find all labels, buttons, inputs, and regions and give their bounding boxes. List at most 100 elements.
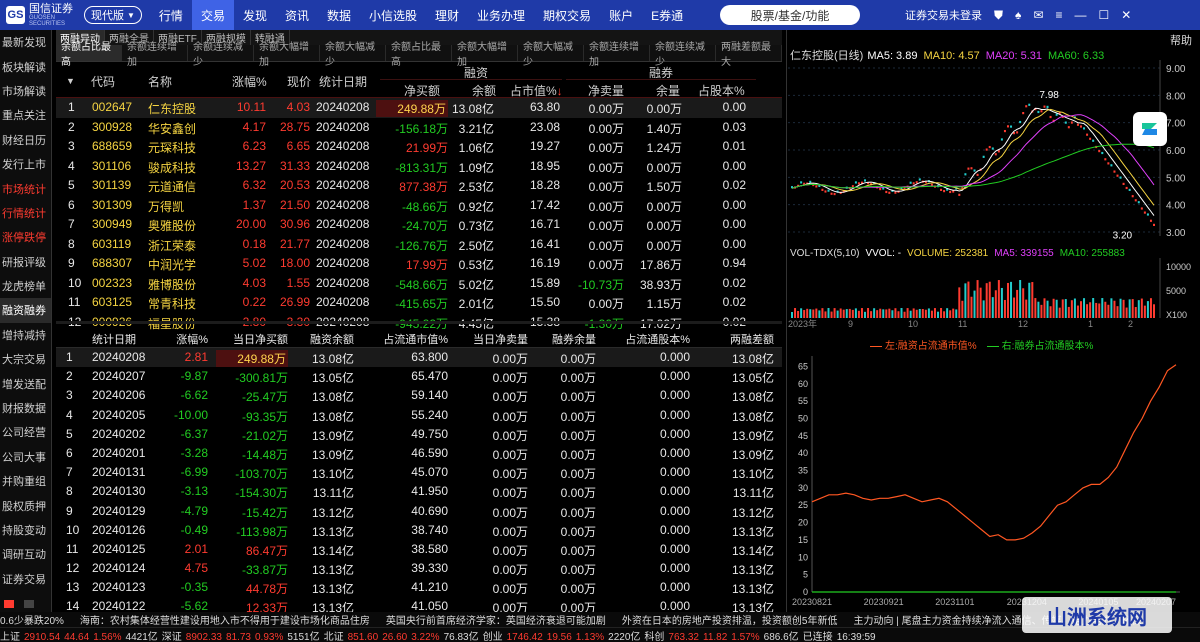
version-selector[interactable]: 现代版 ▼: [84, 6, 142, 24]
sidebar-item[interactable]: 调研互动: [0, 542, 51, 566]
table-row[interactable]: 5 301139 元道通信 6.32 20.53 20240208 877.38万 2.53亿…: [56, 176, 782, 196]
table-row[interactable]: 4 301106 骏成科技 13.27 31.33 20240208 -813.31万 1.0…: [56, 157, 782, 177]
top-menu-item[interactable]: 业务办理: [468, 0, 534, 30]
sidebar-item[interactable]: 财报数据: [0, 396, 51, 420]
table-row[interactable]: 2 20240207 -9.87 -300.81万 13.05亿 65.470 0.00万 0…: [56, 367, 782, 386]
lower-col-header[interactable]: 占流通市值%: [362, 331, 448, 347]
close-icon[interactable]: ✕: [1121, 8, 1131, 22]
tab[interactable]: 余额占比最高: [386, 42, 452, 68]
top-menu-item[interactable]: E券通: [642, 0, 692, 30]
table-row[interactable]: 4 20240205 -10.00 -93.35万 13.08亿 55.240 0.00万 0…: [56, 406, 782, 425]
top-menu-item[interactable]: 理财: [426, 0, 468, 30]
col-net-buy[interactable]: 净买额: [404, 82, 440, 99]
sidebar-item[interactable]: 行情统计: [0, 201, 51, 225]
col-share-ratio[interactable]: 占股本%: [698, 82, 745, 99]
tab[interactable]: 余额连续减少: [650, 42, 716, 68]
news-item[interactable]: 外资在日本的房地产投资排温，投资额创5年新低: [622, 616, 838, 627]
top-menu-item[interactable]: 数据: [318, 0, 360, 30]
sidebar-item[interactable]: 融资融券: [0, 298, 51, 323]
col-name[interactable]: 名称: [148, 73, 172, 90]
table-row[interactable]: 6 20240201 -3.28 -14.48万 13.09亿 46.590 0.00万 0.…: [56, 444, 782, 463]
sidebar-item[interactable]: 重点关注: [0, 103, 51, 127]
help-link[interactable]: 帮助: [1170, 32, 1192, 48]
table-row[interactable]: 8 20240130 -3.13 -154.30万 13.11亿 41.950 0.00万 0…: [56, 482, 782, 501]
table-row[interactable]: 7 300949 奥雅股份 20.00 30.96 20240208 -24.70万 0.73…: [56, 215, 782, 235]
table-row[interactable]: 6 301309 万得凯 1.37 21.50 20240208 -48.66万 0.92亿 1…: [56, 196, 782, 216]
col-lend-balance[interactable]: 余量: [656, 82, 680, 99]
table-row[interactable]: 10 002323 雅博股份 4.03 1.55 20240208 -548.66万 5.02…: [56, 274, 782, 294]
lower-col-header[interactable]: 占流通股本%: [602, 331, 690, 347]
lower-col-header[interactable]: 涨幅%: [156, 331, 208, 347]
table-row[interactable]: 1 002647 仁东控股 10.11 4.03 20240208 249.88万 13.08…: [56, 98, 782, 118]
sidebar-item[interactable]: 并购重组: [0, 469, 51, 493]
table-row[interactable]: 3 20240206 -6.62 -25.47万 13.08亿 59.140 0.00万 0.…: [56, 386, 782, 405]
sidebar-item[interactable]: 公司经营: [0, 420, 51, 444]
sidebar-item[interactable]: 持股变动: [0, 518, 51, 542]
table-row[interactable]: 11 603125 常青科技 0.22 26.99 20240208 -415.65万 2.0…: [56, 293, 782, 313]
table-row[interactable]: 1 20240208 2.81 249.88万 13.08亿 63.800 0.00万 0.0…: [56, 348, 782, 368]
maximize-icon[interactable]: ☐: [1098, 8, 1109, 22]
table-row[interactable]: 7 20240131 -6.99 -103.70万 13.10亿 45.070 0.00万 0…: [56, 463, 782, 482]
mail-icon[interactable]: ✉: [1033, 8, 1043, 22]
table-row[interactable]: 10 20240126 -0.49 -113.98万 13.13亿 38.740 0.00万…: [56, 521, 782, 540]
tab[interactable]: 余额大幅减少: [320, 42, 386, 68]
tab[interactable]: 余额连续增加: [584, 42, 650, 68]
tab[interactable]: 余额连续增加: [122, 42, 188, 68]
shirt-icon[interactable]: ♠: [1015, 8, 1021, 22]
col-net-sell[interactable]: 净卖量: [588, 82, 624, 99]
table-row[interactable]: 8 603119 浙江荣泰 0.18 21.77 20240208 -126.76万 2.50…: [56, 235, 782, 255]
search-input[interactable]: 股票/基金/功能: [720, 5, 860, 25]
sidebar-item[interactable]: 财经日历: [0, 128, 51, 152]
table-row[interactable]: 11 20240125 2.01 86.47万 13.14亿 38.580 0.00万 0.0…: [56, 540, 782, 559]
table-row[interactable]: 12 20240124 4.75 -33.87万 13.13亿 39.330 0.00万 0.…: [56, 559, 782, 578]
sidebar-item[interactable]: 研报评级: [0, 250, 51, 274]
sidebar-item[interactable]: 龙虎榜单: [0, 274, 51, 298]
kline-chart[interactable]: 9.00 8.00 7.00 6.00 5.00 4.00 3.00 7.98 3.20: [788, 60, 1200, 246]
lower-col-header[interactable]: 统计日期: [92, 331, 150, 347]
lower-col-header[interactable]: 当日净买额: [216, 331, 288, 347]
top-menu-item[interactable]: 资讯: [276, 0, 318, 30]
top-menu-item[interactable]: 账户: [600, 0, 642, 30]
sidebar-item[interactable]: 市场统计: [0, 176, 51, 200]
shield-icon[interactable]: ⛊: [994, 8, 1003, 23]
tab[interactable]: 余额大幅增加: [254, 42, 320, 68]
login-status[interactable]: 证券交易未登录: [905, 7, 982, 23]
table-row[interactable]: 13 20240123 -0.35 44.78万 13.13亿 41.210 0.00万 0.…: [56, 578, 782, 597]
top-menu-item[interactable]: 发现: [234, 0, 276, 30]
col-date[interactable]: 统计日期: [319, 73, 367, 90]
tab[interactable]: 余额大幅增加: [452, 42, 518, 68]
top-menu-item[interactable]: 交易: [191, 0, 234, 30]
col-change[interactable]: 涨幅%: [232, 73, 267, 90]
table-row[interactable]: 3 688659 元琛科技 6.23 6.65 20240208 21.99万 1.06亿 19…: [56, 137, 782, 157]
lower-col-header[interactable]: 融券余量: [534, 331, 596, 347]
lower-col-header[interactable]: 当日净卖量: [454, 331, 528, 347]
sidebar-item[interactable]: 股权质押: [0, 493, 51, 517]
table-row[interactable]: 9 688307 中润光学 5.02 18.00 20240208 17.99万 0.53亿 1…: [56, 254, 782, 274]
sidebar-item[interactable]: 证券交易: [0, 567, 51, 591]
app-float-icon[interactable]: [1133, 112, 1167, 146]
lower-col-header[interactable]: 两融差额: [706, 331, 774, 347]
news-item[interactable]: 海南：农村集体经营性建设用地入市不得用于建设市场化商品住房: [80, 616, 370, 627]
tab[interactable]: 余额连续减少: [188, 42, 254, 68]
sidebar-item[interactable]: 板块解读: [0, 54, 51, 78]
menu-icon[interactable]: ≡: [1055, 8, 1062, 22]
sidebar-item[interactable]: 市场解读: [0, 79, 51, 103]
table-row[interactable]: 9 20240129 -4.79 -15.42万 13.12亿 40.690 0.00万 0.…: [56, 502, 782, 521]
sidebar-item[interactable]: 公司大事: [0, 445, 51, 469]
news-item[interactable]: 0.6少暴跌20%: [0, 616, 64, 627]
col-code[interactable]: 代码: [91, 73, 115, 90]
sidebar-item[interactable]: 最新发现: [0, 30, 51, 54]
minimize-icon[interactable]: —: [1074, 8, 1086, 22]
col-mcap-ratio[interactable]: 占市值%↓: [510, 82, 563, 99]
top-menu-item[interactable]: 行情: [150, 0, 192, 30]
tab[interactable]: 余额大幅减少: [518, 42, 584, 68]
volume-chart[interactable]: 100005000X1002023年 9 10 11 12 1 2: [788, 258, 1200, 328]
sidebar-item[interactable]: 大宗交易: [0, 347, 51, 371]
sidebar-item[interactable]: 涨停跌停: [0, 225, 51, 249]
panel-divider[interactable]: [56, 321, 782, 324]
ratio-chart[interactable]: 6560555045403530252015105020230821 202309…: [788, 350, 1200, 612]
lower-col-header[interactable]: 融资余额: [292, 331, 354, 347]
col-price[interactable]: 现价: [287, 73, 311, 90]
top-menu-item[interactable]: 期权交易: [534, 0, 600, 30]
news-item[interactable]: 英国央行前首席经济学家：英国经济衰退可能加剧: [386, 616, 606, 627]
